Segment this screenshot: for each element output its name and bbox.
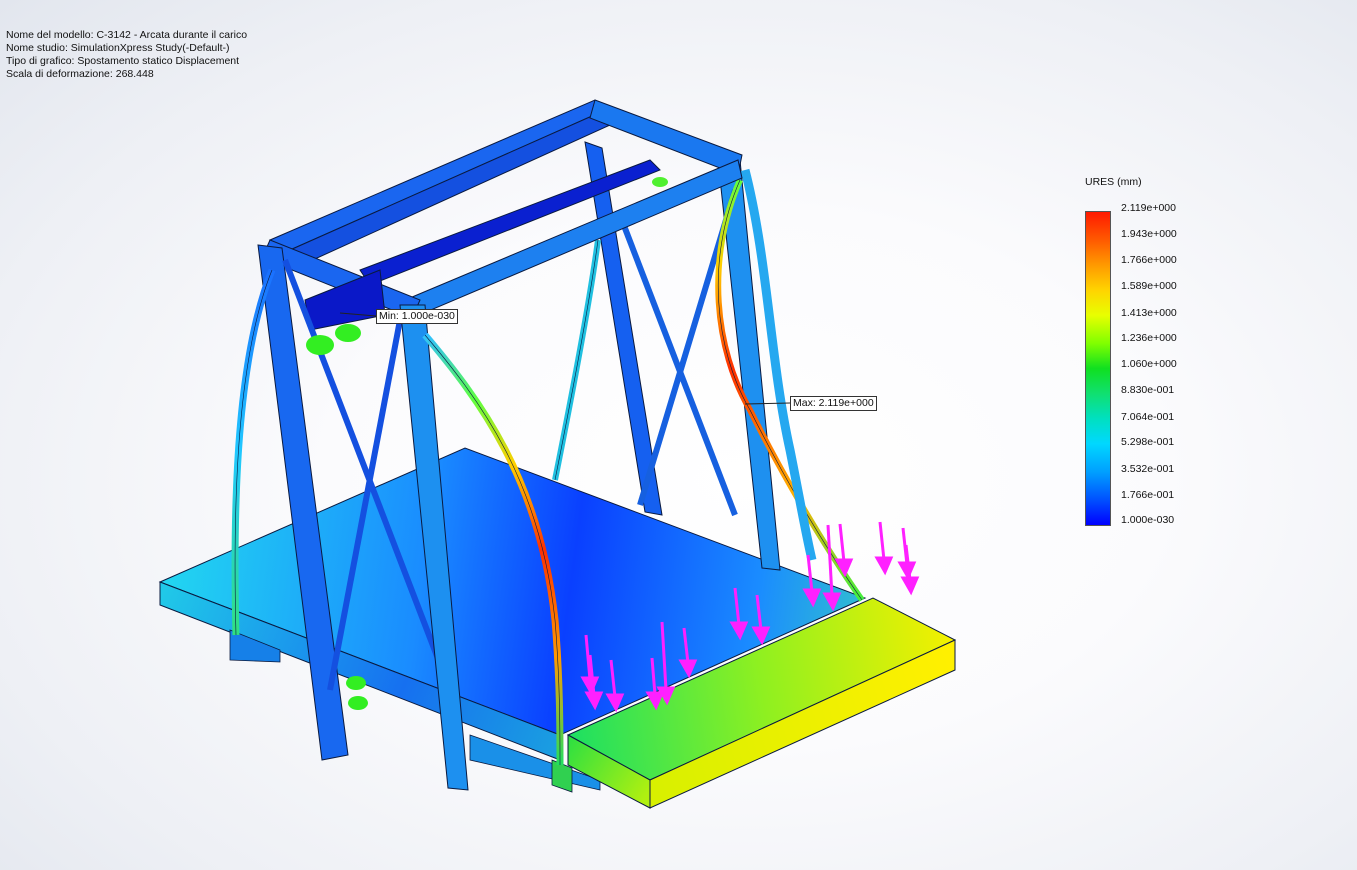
legend-title: URES (mm) bbox=[1085, 176, 1142, 188]
fixture-icon bbox=[348, 696, 368, 710]
load-arrow-icon bbox=[874, 521, 894, 576]
legend-tick-label: 7.064e-001 bbox=[1121, 411, 1175, 423]
fixture-icon bbox=[306, 335, 334, 355]
legend-color-bar bbox=[1085, 211, 1111, 526]
color-legend[interactable]: URES (mm) 2.119e+000 1.943e+000 1.766e+0… bbox=[1084, 175, 1224, 535]
legend-tick-label: 1.589e+000 bbox=[1121, 280, 1177, 292]
legend-tick-label: 1.000e-030 bbox=[1121, 514, 1175, 526]
legend-tick-label: 2.119e+000 bbox=[1121, 202, 1176, 214]
legend-tick-label: 1.943e+000 bbox=[1121, 228, 1177, 240]
legend-tick-label: 1.766e+000 bbox=[1121, 254, 1177, 266]
study-name-text: Nome studio: SimulationXpress Study(-Def… bbox=[6, 42, 230, 54]
max-value-callout[interactable]: Max: 2.119e+000 bbox=[790, 396, 877, 411]
legend-tick-label: 1.060e+000 bbox=[1121, 358, 1177, 370]
legend-tick-label: 3.532e-001 bbox=[1121, 463, 1175, 475]
fixture-icon bbox=[346, 676, 366, 690]
legend-tick-label: 5.298e-001 bbox=[1121, 436, 1175, 448]
legend-tick-label: 1.236e+000 bbox=[1121, 332, 1177, 344]
legend-tick-label: 1.413e+000 bbox=[1121, 307, 1177, 319]
model-name-text: Nome del modello: C-3142 - Arcata durant… bbox=[6, 29, 248, 41]
top-frame[interactable] bbox=[261, 99, 743, 331]
load-arrow-icon bbox=[834, 523, 854, 578]
deformation-scale-text: Scala di deformazione: 268.448 bbox=[6, 68, 154, 80]
min-value-callout[interactable]: Min: 1.000e-030 bbox=[376, 309, 458, 324]
fixture-icon bbox=[335, 324, 361, 342]
legend-tick-label: 8.830e-001 bbox=[1121, 384, 1175, 396]
study-info: Nome del modello: C-3142 - Arcata durant… bbox=[6, 29, 247, 81]
legend-tick-label: 1.766e-001 bbox=[1121, 489, 1175, 501]
plot-type-text: Tipo di grafico: Spostamento statico Dis… bbox=[6, 55, 240, 67]
